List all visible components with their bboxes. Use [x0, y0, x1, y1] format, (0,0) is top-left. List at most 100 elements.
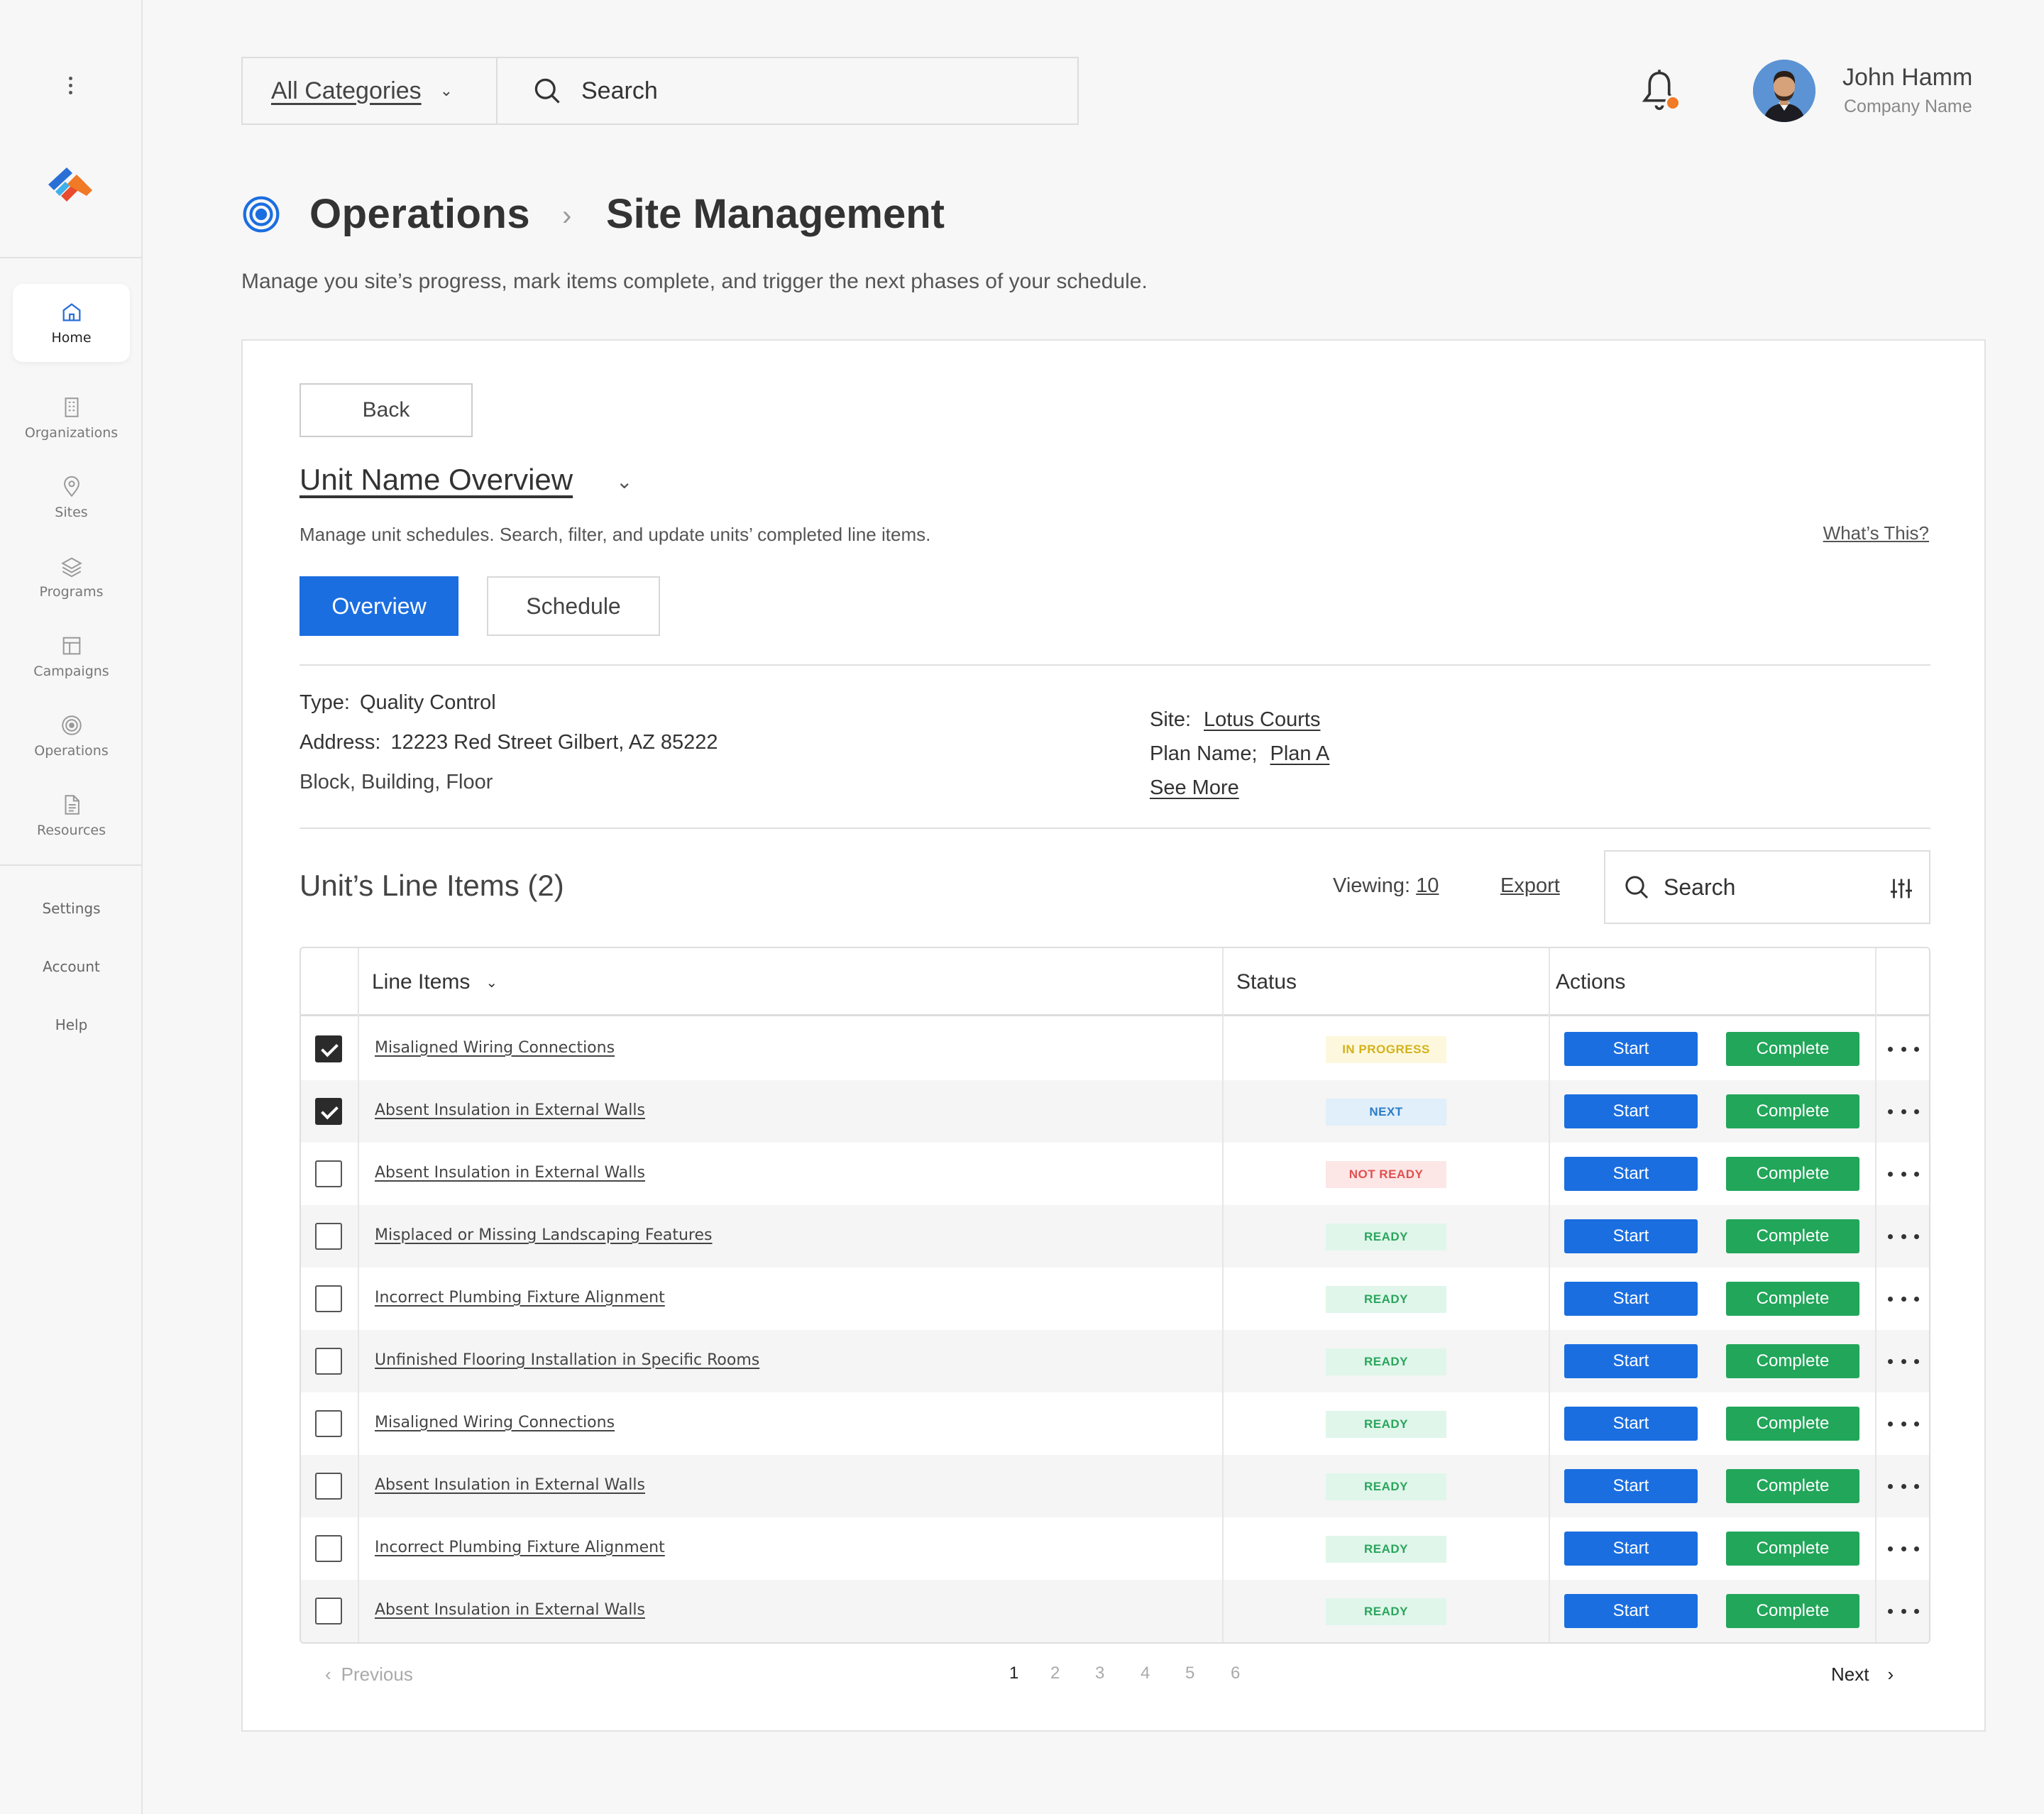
filter-sliders-icon[interactable]	[1888, 876, 1915, 901]
plan-link[interactable]: Plan A	[1270, 742, 1330, 765]
site-link[interactable]: Lotus Courts	[1204, 708, 1320, 731]
line-item-link[interactable]: Absent Insulation in External Walls	[375, 1601, 645, 1619]
back-button[interactable]: Back	[300, 383, 473, 437]
pagination-previous[interactable]: ‹ Previous	[325, 1664, 413, 1686]
table-row: Absent Insulation in External Walls NEXT S…	[301, 1080, 1929, 1143]
row-checkbox[interactable]	[315, 1035, 342, 1062]
status-badge: READY	[1326, 1473, 1446, 1500]
line-item-link[interactable]: Misplaced or Missing Landscaping Feature…	[375, 1226, 713, 1244]
chevron-down-icon[interactable]: ⌄	[616, 470, 632, 493]
page-number[interactable]: 1	[1009, 1664, 1018, 1683]
complete-button[interactable]: Complete	[1726, 1344, 1859, 1378]
column-divider	[358, 948, 359, 1642]
line-item-link[interactable]: Unfinished Flooring Installation in Spec…	[375, 1351, 759, 1369]
tab-schedule[interactable]: Schedule	[487, 576, 660, 636]
pagination-next[interactable]: Next ›	[1831, 1664, 1894, 1686]
page-number[interactable]: 4	[1141, 1664, 1150, 1683]
line-items-table: Line Items ⌄ Status Actions Misaligned W…	[300, 947, 1930, 1644]
viewing-count-dropdown[interactable]: 10	[1416, 874, 1439, 897]
line-items-title: Unit’s Line Items (2)	[300, 869, 564, 902]
start-button[interactable]: Start	[1564, 1094, 1698, 1128]
avatar[interactable]	[1753, 60, 1815, 122]
line-item-link[interactable]: Absent Insulation in External Walls	[375, 1476, 645, 1494]
line-item-link[interactable]: Misaligned Wiring Connections	[375, 1414, 615, 1431]
unit-title-dropdown[interactable]: Unit Name Overview	[300, 463, 573, 497]
line-item-link[interactable]: Incorrect Plumbing Fixture Alignment	[375, 1289, 665, 1307]
table-search-input[interactable]: Search	[1604, 850, 1930, 924]
complete-button[interactable]: Complete	[1726, 1282, 1859, 1316]
whats-this-link[interactable]: What’s This?	[1823, 522, 1929, 544]
sidebar-item-resources[interactable]: Resources	[13, 776, 130, 854]
row-checkbox[interactable]	[315, 1160, 342, 1187]
status-badge: IN PROGRESS	[1326, 1036, 1446, 1063]
sidebar-link-account[interactable]: Account	[0, 958, 143, 975]
tab-overview[interactable]: Overview	[300, 576, 458, 636]
sidebar: Home Organizations Sites Programs Campai…	[0, 0, 143, 1814]
more-options-icon[interactable]	[1888, 1414, 1919, 1434]
complete-button[interactable]: Complete	[1726, 1094, 1859, 1128]
sidebar-item-operations[interactable]: Operations	[13, 697, 130, 775]
row-checkbox[interactable]	[315, 1598, 342, 1625]
row-checkbox[interactable]	[315, 1535, 342, 1562]
page-number[interactable]: 3	[1095, 1664, 1104, 1683]
status-badge: NEXT	[1326, 1099, 1446, 1126]
page-number[interactable]: 6	[1231, 1664, 1240, 1683]
line-item-link[interactable]: Misaligned Wiring Connections	[375, 1039, 615, 1057]
start-button[interactable]: Start	[1564, 1594, 1698, 1628]
user-portrait	[1753, 60, 1815, 122]
start-button[interactable]: Start	[1564, 1157, 1698, 1191]
line-item-link[interactable]: Incorrect Plumbing Fixture Alignment	[375, 1539, 665, 1556]
export-link[interactable]: Export	[1500, 874, 1560, 898]
complete-button[interactable]: Complete	[1726, 1219, 1859, 1253]
page-number[interactable]: 5	[1185, 1664, 1194, 1683]
more-options-icon[interactable]	[1888, 1101, 1919, 1121]
search-input[interactable]: Search	[498, 58, 1077, 123]
more-options-icon[interactable]	[1888, 1601, 1919, 1621]
category-dropdown[interactable]: All Categories ⌄	[243, 58, 498, 123]
start-button[interactable]: Start	[1564, 1282, 1698, 1316]
sidebar-item-campaigns[interactable]: Campaigns	[13, 617, 130, 696]
sidebar-item-organizations[interactable]: Organizations	[13, 379, 130, 457]
address-value: 12223 Red Street Gilbert, AZ 85222	[390, 731, 718, 754]
kebab-menu-icon[interactable]	[66, 77, 75, 99]
sidebar-item-sites[interactable]: Sites	[13, 458, 130, 537]
row-checkbox[interactable]	[315, 1285, 342, 1312]
row-checkbox[interactable]	[315, 1348, 342, 1375]
complete-button[interactable]: Complete	[1726, 1157, 1859, 1191]
row-checkbox[interactable]	[315, 1473, 342, 1500]
start-button[interactable]: Start	[1564, 1532, 1698, 1566]
sidebar-item-home[interactable]: Home	[13, 284, 130, 362]
sidebar-link-help[interactable]: Help	[0, 1016, 143, 1033]
complete-button[interactable]: Complete	[1726, 1407, 1859, 1441]
more-options-icon[interactable]	[1888, 1539, 1919, 1559]
row-checkbox[interactable]	[315, 1098, 342, 1125]
line-item-link[interactable]: Absent Insulation in External Walls	[375, 1101, 645, 1119]
row-checkbox[interactable]	[315, 1223, 342, 1250]
breadcrumb-section[interactable]: Operations	[309, 190, 530, 238]
line-item-link[interactable]: Absent Insulation in External Walls	[375, 1164, 645, 1182]
sidebar-item-programs[interactable]: Programs	[13, 538, 130, 616]
more-options-icon[interactable]	[1888, 1164, 1919, 1184]
chevron-down-icon: ⌄	[485, 974, 498, 991]
start-button[interactable]: Start	[1564, 1032, 1698, 1066]
more-options-icon[interactable]	[1888, 1039, 1919, 1059]
more-options-icon[interactable]	[1888, 1226, 1919, 1246]
detail-plan: Plan Name; Plan A	[1150, 742, 1329, 766]
complete-button[interactable]: Complete	[1726, 1594, 1859, 1628]
start-button[interactable]: Start	[1564, 1407, 1698, 1441]
complete-button[interactable]: Complete	[1726, 1032, 1859, 1066]
start-button[interactable]: Start	[1564, 1219, 1698, 1253]
sidebar-link-settings[interactable]: Settings	[0, 900, 143, 917]
more-options-icon[interactable]	[1888, 1351, 1919, 1371]
chevron-down-icon: ⌄	[439, 82, 454, 99]
more-options-icon[interactable]	[1888, 1476, 1919, 1496]
page-number[interactable]: 2	[1050, 1664, 1060, 1683]
column-header-line-items[interactable]: Line Items ⌄	[372, 948, 498, 1016]
start-button[interactable]: Start	[1564, 1469, 1698, 1503]
complete-button[interactable]: Complete	[1726, 1469, 1859, 1503]
start-button[interactable]: Start	[1564, 1344, 1698, 1378]
complete-button[interactable]: Complete	[1726, 1532, 1859, 1566]
row-checkbox[interactable]	[315, 1410, 342, 1437]
see-more-link[interactable]: See More	[1150, 776, 1239, 800]
more-options-icon[interactable]	[1888, 1289, 1919, 1309]
